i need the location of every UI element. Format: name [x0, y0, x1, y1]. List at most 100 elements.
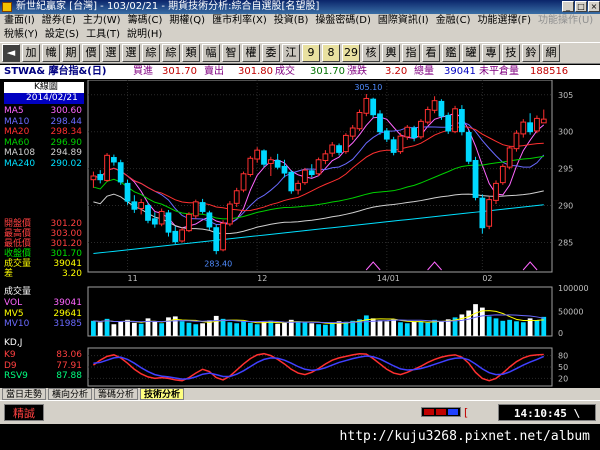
- technical-charts[interactable]: 305 300 295 290 285 11 12 14/01 02 305.10 283.4…: [0, 80, 600, 387]
- sell-value: 301.80: [238, 66, 273, 77]
- legend-value: 296.90: [50, 137, 83, 148]
- toolbar-button[interactable]: 類: [182, 44, 200, 62]
- toolbar-button[interactable]: 罐: [462, 44, 480, 62]
- toolbar-button[interactable]: 期: [62, 44, 80, 62]
- toolbar-button[interactable]: 加: [22, 44, 40, 62]
- broker-mode-label[interactable]: 精誠: [4, 404, 44, 421]
- toolbar-button[interactable]: ◄: [2, 44, 20, 62]
- candle-body: [302, 169, 308, 184]
- menu-item[interactable]: 投資(B): [274, 14, 309, 28]
- legend-row: 差 3.20: [4, 269, 82, 280]
- toolbar-button[interactable]: 鑑: [442, 44, 460, 62]
- menu-item[interactable]: 金融(C): [436, 14, 471, 28]
- legend-value: 294.89: [50, 148, 83, 158]
- toolbar-button[interactable]: 選: [102, 44, 120, 62]
- volume-bar: [254, 324, 260, 336]
- kd-tick-label: 80: [558, 352, 568, 361]
- toolbar-button[interactable]: 技: [502, 44, 520, 62]
- legend-row: MA60 296.90: [4, 138, 82, 149]
- maximize-button[interactable]: □: [575, 1, 587, 12]
- menu-item[interactable]: 功能操作(U): [538, 14, 593, 28]
- menu-item[interactable]: 期權(Q): [169, 14, 205, 28]
- legend-name: MV10: [4, 319, 30, 329]
- toolbar-button[interactable]: 委: [262, 44, 280, 62]
- legend-row: MA240 290.02: [4, 159, 82, 170]
- menu-item[interactable]: 證券(E): [42, 14, 76, 28]
- legend-name: MV5: [4, 308, 24, 319]
- volume-panel[interactable]: 100000 50000 0: [87, 284, 589, 338]
- menu-row-secondary: 稅帳(Y) 設定(S) 工具(T) 說明(H): [4, 28, 169, 42]
- volume-bar: [534, 320, 540, 336]
- volume-bar: [391, 319, 397, 336]
- toolbar-button[interactable]: 核: [362, 44, 380, 62]
- volume-bar: [261, 321, 267, 336]
- menu-item[interactable]: 設定(S): [45, 28, 79, 42]
- candlestick-panel[interactable]: 305 300 295 290 285 11 12 14/01 02 305.10 283.4…: [87, 80, 573, 283]
- toolbar-button[interactable]: 看: [422, 44, 440, 62]
- toolbar-button[interactable]: 輿: [382, 44, 400, 62]
- buy-label: 買進: [133, 66, 153, 77]
- candle-body: [513, 132, 520, 150]
- candle-body: [295, 182, 302, 191]
- toolbar-button[interactable]: 29: [342, 44, 360, 62]
- toolbar-button[interactable]: 幅: [202, 44, 220, 62]
- menu-item[interactable]: 工具(T): [86, 28, 120, 42]
- toolbar-button[interactable]: 江: [282, 44, 300, 62]
- kd-panel[interactable]: 80 50 20: [87, 347, 568, 387]
- menu-item[interactable]: 畫面(I): [4, 14, 35, 28]
- close-button[interactable]: ×: [588, 1, 600, 12]
- legend-name: VOL: [4, 298, 23, 308]
- watermark-strip: http://kuju3268.pixnet.net/album: [0, 424, 600, 450]
- high-price-label: 305.10: [354, 83, 382, 92]
- toolbar-button[interactable]: 鈴: [522, 44, 540, 62]
- tab-1[interactable]: 橫向分析: [48, 388, 93, 400]
- candle-body: [138, 202, 145, 209]
- toolbar-button[interactable]: 選: [122, 44, 140, 62]
- menu-item[interactable]: 功能選擇(F): [477, 14, 531, 28]
- tab-2[interactable]: 籌碼分析: [94, 388, 139, 400]
- menu-item[interactable]: 操盤密碼(D): [315, 14, 371, 28]
- candle-body: [493, 182, 499, 201]
- candle-body: [540, 118, 547, 124]
- date-axis: 11 12 14/01 02: [128, 274, 493, 283]
- toolbar-button[interactable]: 綜: [142, 44, 160, 62]
- analysis-tabs: 當日走勢 橫向分析 籌碼分析 技術分析: [0, 388, 600, 400]
- menu-item[interactable]: 籌碼(C): [128, 14, 163, 28]
- toolbar-button[interactable]: 智: [222, 44, 240, 62]
- menu-item[interactable]: 說明(H): [127, 28, 162, 42]
- volume-bar: [500, 320, 506, 336]
- candle-body: [336, 145, 342, 153]
- legend-row: VOL 39041: [4, 298, 82, 309]
- sell-label: 賣出: [204, 66, 224, 77]
- menu-item[interactable]: 匯市利率(X): [212, 14, 267, 28]
- toolbar-button[interactable]: 價: [82, 44, 100, 62]
- volume-bar: [193, 324, 199, 336]
- toolbar-button[interactable]: 綜: [162, 44, 180, 62]
- symbol-label[interactable]: STWA& 摩台指&(日): [4, 65, 106, 79]
- low-price-label: 283.40: [204, 259, 232, 268]
- tab-0[interactable]: 當日走勢: [2, 388, 47, 400]
- minimize-button[interactable]: _: [562, 1, 574, 12]
- price-tick-label: 300: [558, 128, 573, 137]
- toolbar-button[interactable]: 權: [242, 44, 260, 62]
- tab-3[interactable]: 技術分析: [140, 388, 185, 400]
- volume-bar: [220, 318, 226, 336]
- legend-name: K9: [4, 350, 16, 360]
- menu-item[interactable]: 國際資訊(I): [378, 14, 429, 28]
- candle-body: [342, 134, 349, 153]
- toolbar-button[interactable]: 幟: [42, 44, 60, 62]
- status-bar: 精誠 [ 14:10:45 \: [0, 400, 600, 424]
- menu-item[interactable]: 稅帳(Y): [4, 28, 38, 42]
- toolbar-button[interactable]: 網: [542, 44, 560, 62]
- status-bracket: [: [464, 406, 469, 419]
- volume-bar: [473, 304, 478, 336]
- volume-bar: [493, 318, 499, 336]
- menu-item[interactable]: 主力(W): [83, 14, 121, 28]
- toolbar-button[interactable]: 專: [482, 44, 500, 62]
- volume-bar: [418, 321, 424, 336]
- toolbar-button[interactable]: 8: [322, 44, 340, 62]
- toolbar-button[interactable]: 9: [302, 44, 320, 62]
- toolbar-button[interactable]: 指: [402, 44, 420, 62]
- candle-body: [288, 171, 295, 192]
- candle-body: [165, 212, 172, 233]
